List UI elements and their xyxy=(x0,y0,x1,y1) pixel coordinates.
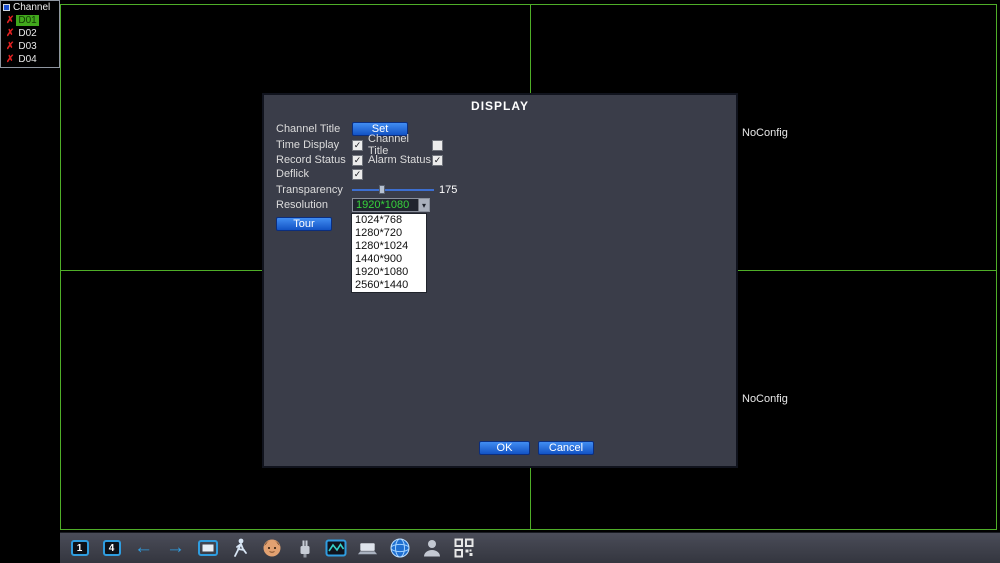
user-icon[interactable] xyxy=(420,537,443,560)
resolution-option[interactable]: 1280*720 xyxy=(352,227,426,240)
next-channel-icon[interactable]: → xyxy=(164,537,187,560)
single-screen-glyph: 1 xyxy=(71,540,89,556)
tour-button[interactable]: Tour xyxy=(276,217,332,231)
quad-screen-glyph: 4 xyxy=(103,540,121,556)
cancel-button[interactable]: Cancel xyxy=(538,441,594,455)
channel-item[interactable]: ✗D02 xyxy=(1,27,59,40)
prev-channel-glyph: ← xyxy=(134,537,153,559)
channel-list: ✗D01✗D02✗D03✗D04 xyxy=(1,14,59,66)
transparency-row: Transparency 175 xyxy=(276,183,457,197)
transparency-value: 175 xyxy=(439,184,457,196)
deflick-label: Deflick xyxy=(276,168,352,180)
prev-channel-icon[interactable]: ← xyxy=(132,537,155,560)
toolbar: 14 ← → xyxy=(60,532,1000,563)
transparency-slider[interactable] xyxy=(352,185,434,195)
dialog-title: DISPLAY xyxy=(264,99,736,113)
resolution-label: Resolution xyxy=(276,199,352,211)
display-dialog: DISPLAY Channel Title Set Time Display ✓… xyxy=(262,93,738,468)
offline-x-icon: ✗ xyxy=(6,42,14,52)
record-status-checkbox[interactable]: ✓ xyxy=(352,155,363,166)
resolution-option[interactable]: 1920*1080 xyxy=(352,266,426,279)
transparency-slider-handle[interactable] xyxy=(379,185,385,194)
record-status-label: Record Status xyxy=(276,154,352,166)
color-adjust-icon[interactable] xyxy=(324,537,347,560)
resolution-value: 1920*1080 xyxy=(356,199,409,211)
next-channel-glyph: → xyxy=(166,537,185,559)
channel-item[interactable]: ✗D03 xyxy=(1,40,59,53)
offline-x-icon: ✗ xyxy=(6,29,14,39)
channel-label: D03 xyxy=(16,41,38,52)
ptz-icon[interactable] xyxy=(228,537,251,560)
channel-item[interactable]: ✗D04 xyxy=(1,53,59,66)
tour-row: Tour xyxy=(276,217,332,231)
network-icon[interactable] xyxy=(388,537,411,560)
resolution-row: Resolution 1920*1080 ▾ xyxy=(276,198,430,212)
face-icon[interactable] xyxy=(260,537,283,560)
noconfig-label-bottom-right: NoConfig xyxy=(742,393,788,405)
ok-button[interactable]: OK xyxy=(479,441,530,455)
channel-panel: Channel ✗D01✗D02✗D03✗D04 xyxy=(0,0,60,68)
resolution-option[interactable]: 2560*1440 xyxy=(352,279,426,292)
dropdown-arrow-icon[interactable]: ▾ xyxy=(418,199,429,211)
dvr-screen: NoConfig NoConfig Channel ✗D01✗D02✗D03✗D… xyxy=(0,0,1000,563)
channel-title-label: Channel Title xyxy=(276,123,352,135)
channel-label: D02 xyxy=(16,28,38,39)
monitor-icon[interactable] xyxy=(196,537,219,560)
channel-label: D01 xyxy=(16,15,38,26)
single-screen-icon[interactable]: 1 xyxy=(68,537,91,560)
noconfig-label-top-right: NoConfig xyxy=(742,127,788,139)
resolution-dropdown-list: 1024*7681280*7201280*10241440*9001920*10… xyxy=(351,213,427,293)
record-status-row: Record Status ✓ Alarm Status ✓ xyxy=(276,153,443,167)
alarm-status-checkbox[interactable]: ✓ xyxy=(432,155,443,166)
time-display-checkbox[interactable]: ✓ xyxy=(352,140,363,151)
channel-panel-icon xyxy=(3,4,10,11)
qrcode-icon[interactable] xyxy=(452,537,475,560)
channel-item[interactable]: ✗D01 xyxy=(1,14,59,27)
deflick-row: Deflick ✓ xyxy=(276,167,363,181)
dialog-buttons: OK Cancel xyxy=(479,441,594,455)
plug-icon[interactable] xyxy=(292,537,315,560)
offline-x-icon: ✗ xyxy=(6,16,14,26)
channel-panel-header: Channel xyxy=(1,1,59,14)
offline-x-icon: ✗ xyxy=(6,55,14,65)
time-display-row: Time Display ✓ Channel Title xyxy=(276,138,443,152)
alarm-status-label: Alarm Status xyxy=(368,154,432,166)
transparency-label: Transparency xyxy=(276,184,352,196)
channel-title-checkbox[interactable] xyxy=(432,140,443,151)
resolution-option[interactable]: 1440*900 xyxy=(352,253,426,266)
keyboard-icon[interactable] xyxy=(356,537,379,560)
deflick-checkbox[interactable]: ✓ xyxy=(352,169,363,180)
resolution-select[interactable]: 1920*1080 ▾ xyxy=(352,198,430,212)
resolution-option[interactable]: 1280*1024 xyxy=(352,240,426,253)
quad-screen-icon[interactable]: 4 xyxy=(100,537,123,560)
channel-panel-title: Channel xyxy=(13,2,50,13)
slider-track-icon xyxy=(352,189,434,191)
time-display-label: Time Display xyxy=(276,139,352,151)
resolution-option[interactable]: 1024*768 xyxy=(352,214,426,227)
channel-label: D04 xyxy=(16,54,38,65)
